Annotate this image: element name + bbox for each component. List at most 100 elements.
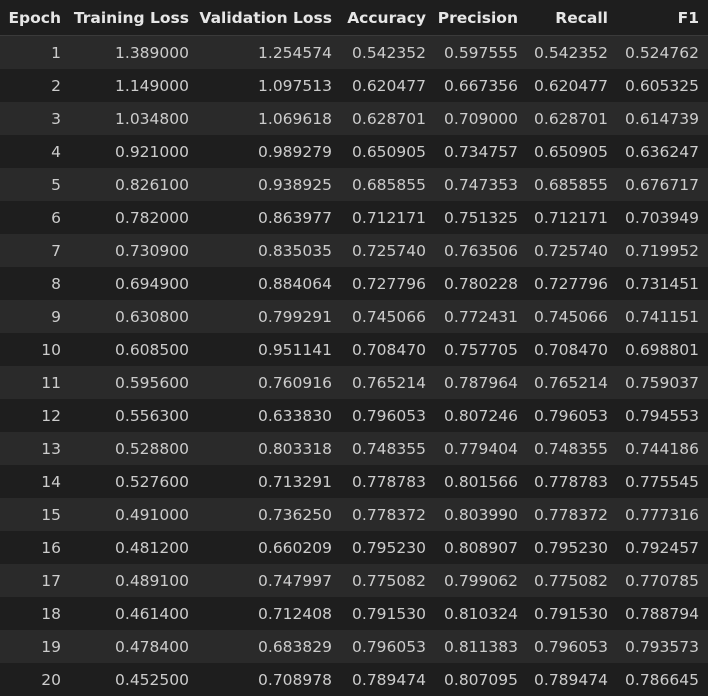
table-row: 80.6949000.8840640.7277960.7802280.72779… bbox=[0, 267, 708, 300]
validation-loss-cell: 0.683829 bbox=[198, 630, 341, 663]
validation-loss-cell: 0.660209 bbox=[198, 531, 341, 564]
column-header-validation-loss: Validation Loss bbox=[198, 0, 341, 36]
epoch-cell: 13 bbox=[0, 432, 70, 465]
training-loss-cell: 0.608500 bbox=[70, 333, 198, 366]
column-header-precision: Precision bbox=[435, 0, 527, 36]
epoch-cell: 12 bbox=[0, 399, 70, 432]
table-row: 170.4891000.7479970.7750820.7990620.7750… bbox=[0, 564, 708, 597]
column-header-recall: Recall bbox=[527, 0, 617, 36]
recall-cell: 0.725740 bbox=[527, 234, 617, 267]
f1-cell: 0.731451 bbox=[617, 267, 708, 300]
recall-cell: 0.620477 bbox=[527, 69, 617, 102]
training-loss-cell: 0.730900 bbox=[70, 234, 198, 267]
accuracy-cell: 0.727796 bbox=[341, 267, 435, 300]
accuracy-cell: 0.650905 bbox=[341, 135, 435, 168]
epoch-cell: 7 bbox=[0, 234, 70, 267]
accuracy-cell: 0.748355 bbox=[341, 432, 435, 465]
epoch-cell: 8 bbox=[0, 267, 70, 300]
precision-cell: 0.787964 bbox=[435, 366, 527, 399]
precision-cell: 0.772431 bbox=[435, 300, 527, 333]
accuracy-cell: 0.795230 bbox=[341, 531, 435, 564]
training-loss-cell: 0.491000 bbox=[70, 498, 198, 531]
validation-loss-cell: 0.760916 bbox=[198, 366, 341, 399]
f1-cell: 0.524762 bbox=[617, 36, 708, 70]
recall-cell: 0.796053 bbox=[527, 399, 617, 432]
accuracy-cell: 0.685855 bbox=[341, 168, 435, 201]
table-row: 130.5288000.8033180.7483550.7794040.7483… bbox=[0, 432, 708, 465]
epoch-cell: 2 bbox=[0, 69, 70, 102]
table-row: 160.4812000.6602090.7952300.8089070.7952… bbox=[0, 531, 708, 564]
epoch-cell: 11 bbox=[0, 366, 70, 399]
validation-loss-cell: 1.069618 bbox=[198, 102, 341, 135]
validation-loss-cell: 0.736250 bbox=[198, 498, 341, 531]
training-loss-cell: 0.782000 bbox=[70, 201, 198, 234]
epoch-cell: 4 bbox=[0, 135, 70, 168]
training-loss-cell: 1.389000 bbox=[70, 36, 198, 70]
accuracy-cell: 0.775082 bbox=[341, 564, 435, 597]
validation-loss-cell: 0.633830 bbox=[198, 399, 341, 432]
precision-cell: 0.780228 bbox=[435, 267, 527, 300]
epoch-cell: 19 bbox=[0, 630, 70, 663]
validation-loss-cell: 0.803318 bbox=[198, 432, 341, 465]
table-header: Epoch Training Loss Validation Loss Accu… bbox=[0, 0, 708, 36]
epoch-cell: 16 bbox=[0, 531, 70, 564]
f1-cell: 0.636247 bbox=[617, 135, 708, 168]
precision-cell: 0.799062 bbox=[435, 564, 527, 597]
training-loss-cell: 0.452500 bbox=[70, 663, 198, 696]
precision-cell: 0.808907 bbox=[435, 531, 527, 564]
recall-cell: 0.778372 bbox=[527, 498, 617, 531]
accuracy-cell: 0.745066 bbox=[341, 300, 435, 333]
validation-loss-cell: 0.989279 bbox=[198, 135, 341, 168]
table-row: 190.4784000.6838290.7960530.8113830.7960… bbox=[0, 630, 708, 663]
accuracy-cell: 0.796053 bbox=[341, 399, 435, 432]
validation-loss-cell: 0.712408 bbox=[198, 597, 341, 630]
recall-cell: 0.795230 bbox=[527, 531, 617, 564]
table-row: 110.5956000.7609160.7652140.7879640.7652… bbox=[0, 366, 708, 399]
precision-cell: 0.807246 bbox=[435, 399, 527, 432]
epoch-cell: 6 bbox=[0, 201, 70, 234]
table-row: 21.1490001.0975130.6204770.6673560.62047… bbox=[0, 69, 708, 102]
accuracy-cell: 0.725740 bbox=[341, 234, 435, 267]
table-row: 31.0348001.0696180.6287010.7090000.62870… bbox=[0, 102, 708, 135]
table-row: 200.4525000.7089780.7894740.8070950.7894… bbox=[0, 663, 708, 696]
precision-cell: 0.810324 bbox=[435, 597, 527, 630]
recall-cell: 0.542352 bbox=[527, 36, 617, 70]
accuracy-cell: 0.542352 bbox=[341, 36, 435, 70]
epoch-cell: 18 bbox=[0, 597, 70, 630]
training-loss-cell: 1.034800 bbox=[70, 102, 198, 135]
column-header-f1: F1 bbox=[617, 0, 708, 36]
epoch-cell: 17 bbox=[0, 564, 70, 597]
training-loss-cell: 0.478400 bbox=[70, 630, 198, 663]
table-row: 150.4910000.7362500.7783720.8039900.7783… bbox=[0, 498, 708, 531]
f1-cell: 0.777316 bbox=[617, 498, 708, 531]
precision-cell: 0.747353 bbox=[435, 168, 527, 201]
recall-cell: 0.778783 bbox=[527, 465, 617, 498]
header-row: Epoch Training Loss Validation Loss Accu… bbox=[0, 0, 708, 36]
f1-cell: 0.775545 bbox=[617, 465, 708, 498]
precision-cell: 0.803990 bbox=[435, 498, 527, 531]
precision-cell: 0.779404 bbox=[435, 432, 527, 465]
recall-cell: 0.650905 bbox=[527, 135, 617, 168]
validation-loss-cell: 0.747997 bbox=[198, 564, 341, 597]
f1-cell: 0.703949 bbox=[617, 201, 708, 234]
f1-cell: 0.744186 bbox=[617, 432, 708, 465]
f1-cell: 0.698801 bbox=[617, 333, 708, 366]
validation-loss-cell: 1.254574 bbox=[198, 36, 341, 70]
table-row: 70.7309000.8350350.7257400.7635060.72574… bbox=[0, 234, 708, 267]
validation-loss-cell: 0.835035 bbox=[198, 234, 341, 267]
f1-cell: 0.676717 bbox=[617, 168, 708, 201]
f1-cell: 0.605325 bbox=[617, 69, 708, 102]
f1-cell: 0.770785 bbox=[617, 564, 708, 597]
table-row: 100.6085000.9511410.7084700.7577050.7084… bbox=[0, 333, 708, 366]
recall-cell: 0.796053 bbox=[527, 630, 617, 663]
recall-cell: 0.775082 bbox=[527, 564, 617, 597]
accuracy-cell: 0.796053 bbox=[341, 630, 435, 663]
f1-cell: 0.614739 bbox=[617, 102, 708, 135]
table-row: 140.5276000.7132910.7787830.8015660.7787… bbox=[0, 465, 708, 498]
accuracy-cell: 0.778372 bbox=[341, 498, 435, 531]
accuracy-cell: 0.765214 bbox=[341, 366, 435, 399]
f1-cell: 0.741151 bbox=[617, 300, 708, 333]
accuracy-cell: 0.712171 bbox=[341, 201, 435, 234]
validation-loss-cell: 0.863977 bbox=[198, 201, 341, 234]
recall-cell: 0.628701 bbox=[527, 102, 617, 135]
